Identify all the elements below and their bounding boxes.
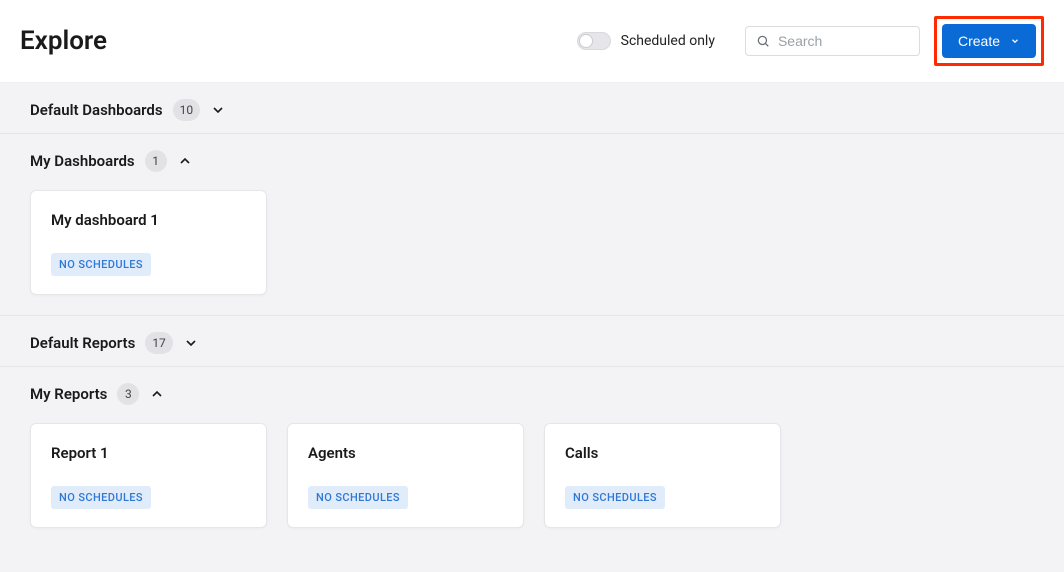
report-card[interactable]: Calls NO SCHEDULES bbox=[544, 423, 781, 528]
search-icon bbox=[756, 34, 770, 48]
toggle-knob bbox=[579, 34, 593, 48]
schedule-tag: NO SCHEDULES bbox=[565, 486, 665, 509]
search-input[interactable] bbox=[778, 33, 909, 49]
report-card[interactable]: Agents NO SCHEDULES bbox=[287, 423, 524, 528]
my-dashboards-cards: My dashboard 1 NO SCHEDULES bbox=[0, 184, 1064, 315]
count-badge: 3 bbox=[117, 383, 139, 405]
my-reports-cards: Report 1 NO SCHEDULES Agents NO SCHEDULE… bbox=[0, 417, 1064, 548]
create-button-label: Create bbox=[958, 33, 1000, 49]
chevron-down-icon bbox=[1010, 36, 1020, 46]
section-title: Default Reports bbox=[30, 334, 135, 352]
card-title: Report 1 bbox=[51, 444, 246, 462]
count-badge: 1 bbox=[145, 150, 167, 172]
scheduled-only-toggle-wrap: Scheduled only bbox=[577, 32, 715, 50]
schedule-tag: NO SCHEDULES bbox=[51, 486, 151, 509]
section-default-dashboards[interactable]: Default Dashboards 10 bbox=[0, 83, 1064, 133]
section-title: My Dashboards bbox=[30, 152, 135, 170]
search-field[interactable] bbox=[745, 26, 920, 56]
create-button-highlight: Create bbox=[934, 16, 1044, 66]
card-title: My dashboard 1 bbox=[51, 211, 246, 229]
chevron-down-icon bbox=[210, 102, 226, 118]
section-my-dashboards[interactable]: My Dashboards 1 bbox=[0, 134, 1064, 184]
section-title: My Reports bbox=[30, 385, 107, 403]
chevron-down-icon bbox=[183, 335, 199, 351]
content-area: Default Dashboards 10 My Dashboards 1 My… bbox=[0, 83, 1064, 572]
scheduled-only-label: Scheduled only bbox=[621, 33, 715, 49]
create-button[interactable]: Create bbox=[942, 24, 1036, 58]
chevron-up-icon bbox=[177, 153, 193, 169]
count-badge: 17 bbox=[145, 332, 173, 354]
schedule-tag: NO SCHEDULES bbox=[308, 486, 408, 509]
page-header: Explore Scheduled only Create bbox=[0, 0, 1064, 83]
section-default-reports[interactable]: Default Reports 17 bbox=[0, 316, 1064, 366]
card-title: Calls bbox=[565, 444, 760, 462]
schedule-tag: NO SCHEDULES bbox=[51, 253, 151, 276]
chevron-up-icon bbox=[149, 386, 165, 402]
page-title: Explore bbox=[20, 26, 107, 56]
scheduled-only-toggle[interactable] bbox=[577, 32, 611, 50]
section-my-reports[interactable]: My Reports 3 bbox=[0, 367, 1064, 417]
count-badge: 10 bbox=[173, 99, 201, 121]
section-title: Default Dashboards bbox=[30, 101, 163, 119]
report-card[interactable]: Report 1 NO SCHEDULES bbox=[30, 423, 267, 528]
dashboard-card[interactable]: My dashboard 1 NO SCHEDULES bbox=[30, 190, 267, 295]
card-title: Agents bbox=[308, 444, 503, 462]
